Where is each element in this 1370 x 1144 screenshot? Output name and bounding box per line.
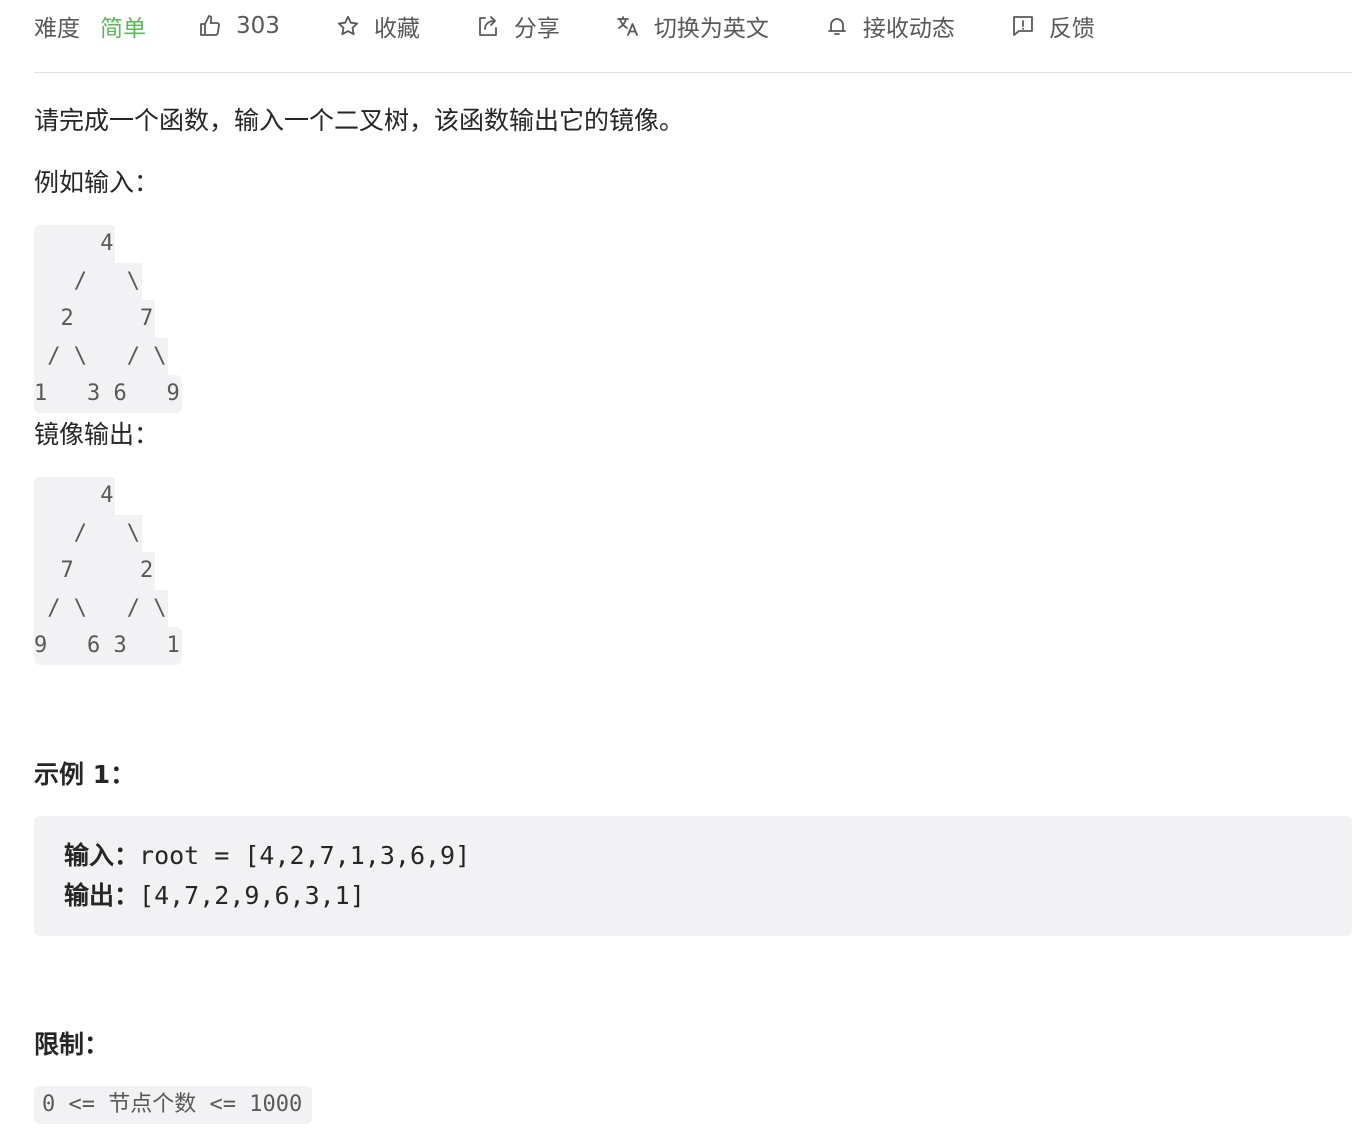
example-input-label: 例如输入： (34, 168, 160, 197)
favorite-label: 收藏 (373, 16, 420, 42)
feedback-label: 反馈 (1048, 16, 1095, 42)
tree-line: 9 6 3 1 (34, 627, 182, 665)
example-code-block: 输入：root = [4,2,7,1,3,6,9] 输出：[4,7,2,9,6,… (34, 816, 1352, 936)
tree-line: / \ / \ (34, 337, 182, 376)
subscribe-button[interactable]: 接收动态 (825, 9, 955, 43)
favorite-button[interactable]: 收藏 (336, 9, 420, 43)
share-button[interactable]: 分享 (476, 9, 560, 43)
switch-language-label: 切换为英文 (653, 16, 769, 42)
example-output-value: [4,7,2,9,6,3,1] (139, 881, 365, 910)
feedback-button[interactable]: 反馈 (1011, 9, 1095, 43)
tree-line: 7 2 (34, 552, 182, 590)
limits-title: 限制： (34, 1030, 110, 1059)
translate-icon (617, 16, 638, 36)
like-count: 303 (236, 13, 280, 39)
switch-language-button[interactable]: 切换为英文 (616, 9, 769, 43)
example-title: 示例 1： (34, 760, 136, 789)
input-tree-block: 4 / \ 2 7 / \ / \ 1 3 6 9 (34, 225, 182, 413)
example-output-label: 输出： (64, 881, 140, 910)
difficulty: 难度 简单 (34, 9, 146, 43)
output-tree-block: 4 / \ 7 2 / \ / \ 9 6 3 1 (34, 477, 182, 665)
example-input-label: 输入： (64, 841, 140, 870)
like-button[interactable]: 303 (198, 13, 280, 39)
example-output-line: 输出：[4,7,2,9,6,3,1] (64, 876, 1352, 916)
difficulty-label: 难度 (34, 16, 80, 42)
tree-line: 2 7 (34, 300, 182, 338)
difficulty-value: 简单 (100, 16, 146, 42)
tree-line: / \ / \ (34, 589, 182, 628)
tree-line: 4 (34, 225, 182, 263)
example-input-line: 输入：root = [4,2,7,1,3,6,9] (64, 836, 1352, 876)
tree-line: 1 3 6 9 (34, 375, 182, 413)
problem-description: 请完成一个函数，输入一个二叉树，该函数输出它的镜像。 (34, 106, 685, 135)
tree-line: / \ (34, 514, 182, 553)
tree-line: 4 (34, 477, 182, 515)
problem-toolbar: 难度 简单 303 收藏 分享 切换为英文 接收动态 反馈 (34, 0, 1151, 52)
tree-line: / \ (34, 262, 182, 301)
feedback-icon (1013, 16, 1033, 36)
example-input-value: root = [4,2,7,1,3,6,9] (139, 841, 471, 870)
bell-icon (828, 18, 846, 35)
toolbar-divider (34, 72, 1352, 73)
thumbs-up-icon (200, 15, 220, 36)
share-icon (479, 16, 497, 36)
constraint-code: 0 <= 节点个数 <= 1000 (34, 1086, 313, 1124)
mirror-output-label: 镜像输出： (34, 420, 160, 449)
subscribe-label: 接收动态 (862, 16, 955, 42)
star-icon (337, 15, 359, 36)
share-label: 分享 (513, 16, 560, 42)
